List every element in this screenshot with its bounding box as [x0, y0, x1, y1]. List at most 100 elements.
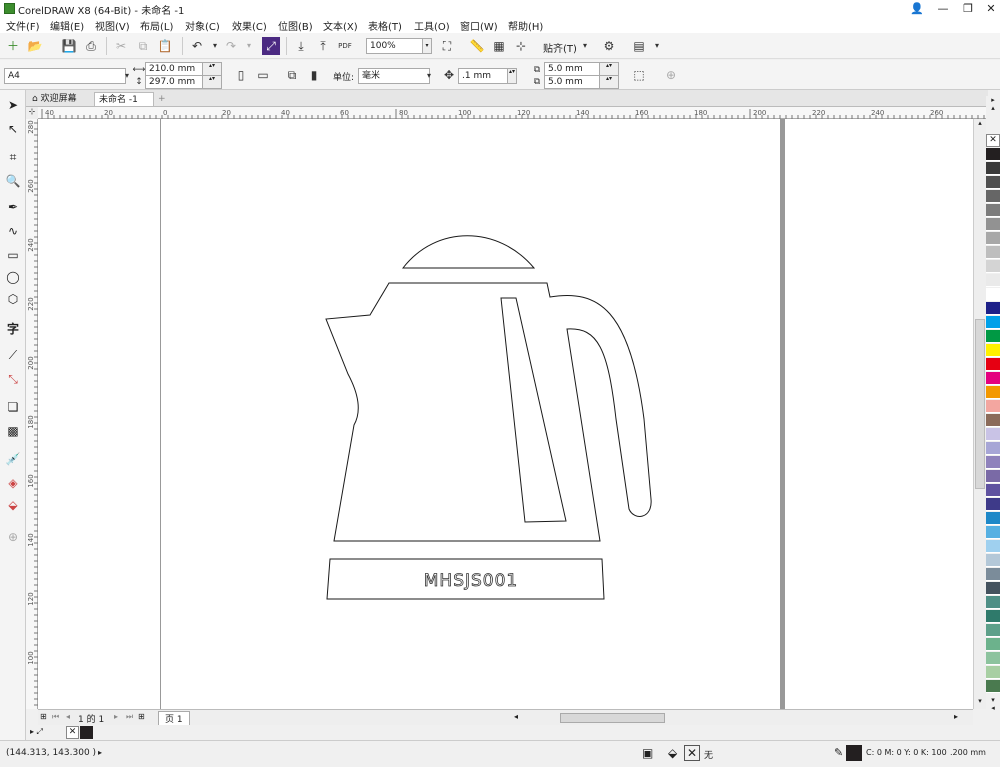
zoom-dropdown-icon[interactable]: ▾: [422, 38, 432, 54]
print-icon[interactable]: ⎙: [82, 37, 100, 55]
add-tab-icon[interactable]: +: [154, 92, 170, 106]
connector-tool-icon[interactable]: ⤡: [4, 370, 22, 388]
outline-pen-icon[interactable]: ✎: [834, 746, 843, 759]
interactive-fill-icon[interactable]: ◈: [4, 474, 22, 492]
doc-no-color-swatch[interactable]: ✕: [66, 726, 79, 739]
menu-tools[interactable]: 工具(O): [414, 18, 450, 33]
eyedropper-icon[interactable]: 💉: [4, 450, 22, 468]
menu-file[interactable]: 文件(F): [6, 18, 40, 33]
palette-swatch[interactable]: [986, 358, 1000, 371]
palette-swatch[interactable]: [986, 246, 1000, 259]
tab-welcome[interactable]: ⌂ 欢迎屏幕: [28, 92, 81, 106]
last-page-icon[interactable]: ⏭: [126, 712, 133, 722]
options-gear-icon[interactable]: ⚙: [600, 37, 618, 55]
paste-icon[interactable]: 📋: [156, 37, 174, 55]
landscape-icon[interactable]: ▭: [254, 66, 272, 84]
show-guidelines-icon[interactable]: ⊹: [512, 37, 530, 55]
cut-icon[interactable]: ✂: [112, 37, 130, 55]
menu-help[interactable]: 帮助(H): [508, 18, 543, 33]
units-dropdown-icon[interactable]: ▾: [420, 67, 438, 85]
user-icon[interactable]: 👤: [904, 0, 930, 17]
outline-color-swatch[interactable]: [846, 745, 862, 761]
palette-swatch[interactable]: [986, 624, 1000, 637]
vertical-scrollbar[interactable]: ▴ ▾: [973, 119, 986, 709]
launcher-dropdown-icon[interactable]: ▾: [648, 37, 666, 55]
palette-swatch[interactable]: [986, 568, 1000, 581]
nudge-distance-field[interactable]: .1 mm: [458, 68, 508, 84]
color-proof-icon[interactable]: ▣: [642, 746, 653, 760]
palette-swatch[interactable]: [986, 610, 1000, 623]
pick-tool-icon[interactable]: ➤: [4, 96, 22, 114]
scroll-down-icon[interactable]: ▾: [975, 697, 985, 707]
menu-window[interactable]: 窗口(W): [460, 18, 498, 33]
fill-none-swatch[interactable]: ✕: [684, 745, 700, 761]
palette-swatch[interactable]: [986, 288, 1000, 301]
menu-edit[interactable]: 编辑(E): [50, 18, 84, 33]
palette-swatch[interactable]: [986, 386, 1000, 399]
add-more-icon[interactable]: ⊕: [662, 66, 680, 84]
vertical-ruler[interactable]: 28026024022020018016014012010080: [26, 119, 38, 721]
menu-effects[interactable]: 效果(C): [232, 18, 267, 33]
add-page-icon[interactable]: ⊞: [138, 712, 145, 721]
base-label-text[interactable]: MHSJS001: [423, 571, 519, 592]
palette-swatch[interactable]: [986, 456, 1000, 469]
nudge-spinner[interactable]: ▴▾: [507, 68, 517, 84]
artistic-media-icon[interactable]: ∿: [4, 222, 22, 240]
rectangle-tool-icon[interactable]: ▭: [4, 246, 22, 264]
palette-swatch[interactable]: [986, 316, 1000, 329]
palette-swatch[interactable]: [986, 582, 1000, 595]
palette-swatch[interactable]: [986, 190, 1000, 203]
page-width-field[interactable]: 210.0 mm: [145, 62, 203, 76]
smart-fill-icon[interactable]: ⬙: [4, 496, 22, 514]
drawing-canvas[interactable]: MHSJS001: [38, 119, 973, 709]
duplicate-y-spinner[interactable]: ▴▾: [599, 75, 619, 89]
next-page-icon[interactable]: ▸: [114, 712, 118, 721]
snap-to-label[interactable]: 贴齐(T): [543, 40, 577, 55]
tab-document[interactable]: 未命名 -1: [94, 92, 154, 106]
redo-dropdown-icon[interactable]: ▾: [240, 37, 258, 55]
portrait-icon[interactable]: ▯: [232, 66, 250, 84]
palette-swatch[interactable]: [986, 470, 1000, 483]
snap-dropdown-icon[interactable]: ▾: [576, 37, 594, 55]
close-button[interactable]: ✕: [978, 0, 1000, 17]
treat-as-filled-icon[interactable]: ⬚: [630, 66, 648, 84]
palette-swatch[interactable]: [986, 428, 1000, 441]
palette-swatch[interactable]: [986, 218, 1000, 231]
palette-swatch[interactable]: [986, 204, 1000, 217]
duplicate-x-spinner[interactable]: ▴▾: [599, 62, 619, 76]
full-screen-icon[interactable]: ⛶: [438, 37, 456, 55]
ellipse-tool-icon[interactable]: ◯: [4, 268, 22, 286]
text-tool-icon[interactable]: 字: [4, 320, 22, 338]
redo-icon[interactable]: ↷: [222, 37, 240, 55]
horizontal-ruler[interactable]: 40 20 0 20 40 60 80 100 120 140 160 180 200 220 240 260: [38, 107, 988, 119]
palette-swatch[interactable]: [986, 148, 1000, 161]
current-page-icon[interactable]: ▮: [305, 66, 323, 84]
show-rulers-icon[interactable]: 📏: [468, 37, 486, 55]
palette-swatch[interactable]: [986, 330, 1000, 343]
palette-swatch[interactable]: [986, 260, 1000, 273]
publish-pdf-icon[interactable]: PDF: [336, 37, 354, 55]
palette-swatch[interactable]: [986, 442, 1000, 455]
palette-swatch[interactable]: [986, 596, 1000, 609]
status-arrow-icon[interactable]: ▸: [98, 748, 102, 757]
scroll-up-icon[interactable]: ▴: [975, 119, 985, 129]
export-icon[interactable]: ⤒: [314, 37, 332, 55]
import-icon[interactable]: ⤓: [292, 37, 310, 55]
show-grid-icon[interactable]: ▦: [490, 37, 508, 55]
no-color-swatch[interactable]: ✕: [986, 134, 1000, 147]
page-height-spinner[interactable]: ▴▾: [202, 75, 222, 89]
palette-swatch[interactable]: [986, 526, 1000, 539]
palette-swatch[interactable]: [986, 162, 1000, 175]
palette-scroll-up-icon[interactable]: ▸ ▴: [986, 96, 1000, 132]
palette-swatch[interactable]: [986, 372, 1000, 385]
page-width-spinner[interactable]: ▴▾: [202, 62, 222, 76]
open-icon[interactable]: 📂: [26, 37, 44, 55]
new-document-icon[interactable]: ＋: [4, 37, 22, 55]
palette-swatch[interactable]: [986, 498, 1000, 511]
doc-black-swatch[interactable]: [80, 726, 93, 739]
all-pages-icon[interactable]: ⧉: [283, 66, 301, 84]
search-content-icon[interactable]: ⤢: [262, 37, 280, 55]
palette-swatch[interactable]: [986, 400, 1000, 413]
palette-swatch[interactable]: [986, 666, 1000, 679]
parallel-dimension-icon[interactable]: ⟋: [4, 346, 22, 364]
